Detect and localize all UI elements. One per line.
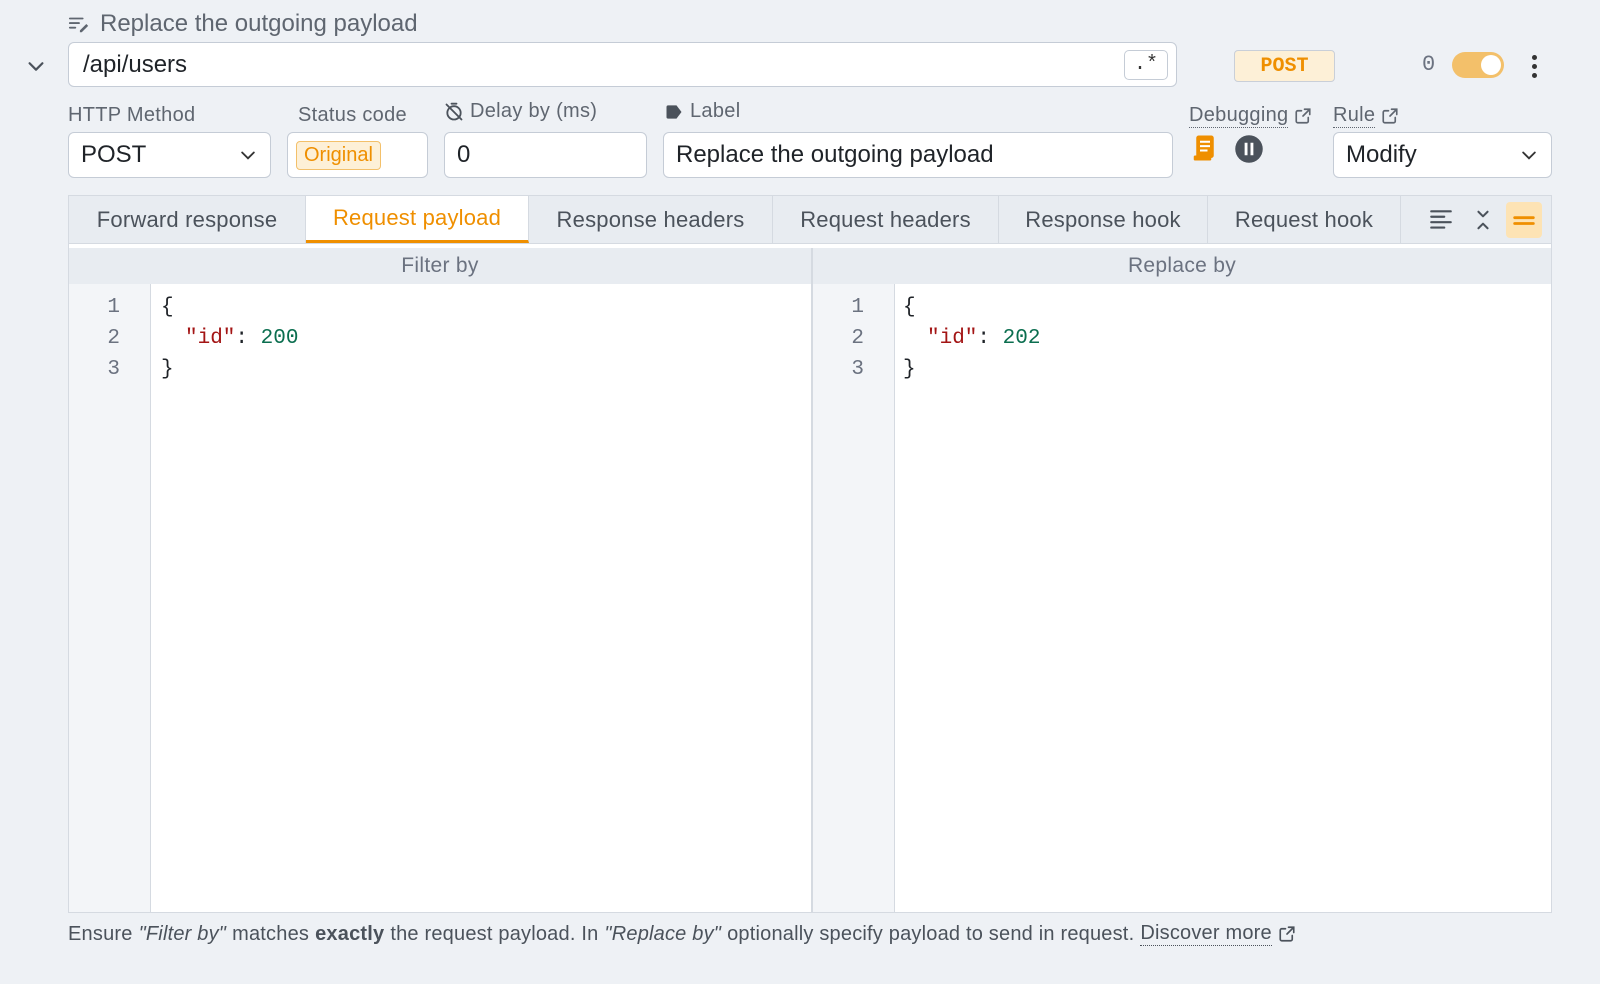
tab-request-headers[interactable]: Request headers [773,196,999,243]
filter-by-header: Filter by [69,248,811,284]
hit-count: 0 [1422,52,1436,77]
tab-response-headers[interactable]: Response headers [529,196,773,243]
footer-hint: Ensure "Filter by" matches exactly the r… [68,922,1296,946]
external-link-icon [1279,926,1295,942]
label-label: Label [664,100,740,123]
pause-breakpoint-icon[interactable] [1234,134,1264,164]
code-brace-close: } [903,358,916,381]
footer-text: optionally specify payload to send in re… [727,922,1135,945]
tab-request-payload[interactable]: Request payload [306,196,529,243]
line-number: 1 [107,296,120,319]
edit-text-icon [68,17,89,33]
rule-type-value: Modify [1346,141,1417,168]
delay-label: Delay by (ms) [444,100,597,123]
left-gutter: 1 2 3 [69,284,151,912]
delay-input[interactable]: 0 [444,132,647,178]
url-field[interactable]: .* [68,42,1177,87]
rule-enabled-toggle[interactable] [1452,52,1504,78]
line-number: 2 [107,327,120,350]
json-key: "id" [927,327,978,350]
line-number: 1 [851,296,864,319]
tab-response-hook[interactable]: Response hook [999,196,1208,243]
collapse-chevron-icon[interactable] [22,52,50,80]
footer-text: matches [232,922,310,945]
replace-by-header: Replace by [813,248,1551,284]
collapse-all-icon[interactable] [1469,206,1497,234]
discover-more-link[interactable]: Discover more [1140,922,1272,946]
footer-text: the request payload. In [390,922,599,945]
code-brace-open: { [903,296,916,319]
line-number: 3 [851,358,864,381]
filter-by-editor[interactable]: { "id": 200 } [151,284,811,912]
tag-icon [666,104,682,119]
label-label-text: Label [690,100,741,122]
external-link-icon [1295,108,1312,124]
regex-toggle-button[interactable]: .* [1124,49,1168,80]
http-method-select[interactable]: POST [68,132,271,178]
code-brace-close: } [161,358,174,381]
footer-text: "Replace by" [604,922,722,945]
json-colon: : [977,327,1003,350]
status-code-field[interactable]: Original [287,132,428,178]
editor-panel: Forward response Request payload Respons… [68,195,1552,913]
tab-request-hook[interactable]: Request hook [1208,196,1401,243]
format-align-icon[interactable] [1427,206,1455,234]
json-number: 202 [1002,327,1041,350]
footer-text: "Filter by" [138,922,227,945]
url-input[interactable] [81,49,1124,80]
split-view-icon[interactable] [1506,202,1542,238]
label-value: Replace the outgoing payload [676,141,994,168]
delay-label-text: Delay by (ms) [470,100,598,122]
code-brace-open: { [161,296,174,319]
status-original-tag: Original [296,140,381,170]
footer-text: Ensure [68,922,133,945]
external-link-icon [1382,108,1398,124]
line-number: 3 [107,358,120,381]
rule-type-label[interactable]: Rule [1333,104,1399,128]
json-key: "id" [185,327,236,350]
debugging-label[interactable]: Debugging [1189,104,1312,128]
log-request-icon[interactable] [1190,133,1220,163]
rule-type-label-text: Rule [1333,104,1376,128]
toggle-knob [1481,55,1501,75]
http-method-label: HTTP Method [68,104,196,126]
rule-type-select[interactable]: Modify [1333,132,1552,178]
json-colon: : [235,327,261,350]
chevron-down-icon [241,151,255,160]
line-number: 2 [851,327,864,350]
json-number: 200 [260,327,299,350]
replace-by-editor[interactable]: { "id": 202 } [895,284,1551,912]
footer-text: exactly [315,922,385,945]
code-line: "id": 202 [927,327,1040,350]
right-gutter: 1 2 3 [813,284,895,912]
http-method-value: POST [81,141,147,168]
rule-title-text: Replace the outgoing payload [100,10,418,37]
debugging-label-text: Debugging [1189,104,1289,128]
tab-bar: Forward response Request payload Respons… [69,196,1551,244]
chevron-down-icon [1522,151,1536,160]
tab-forward-response[interactable]: Forward response [69,196,306,243]
status-code-label: Status code [298,104,407,126]
label-input[interactable]: Replace the outgoing payload [663,132,1173,178]
more-options-icon[interactable] [1524,52,1544,80]
delay-value: 0 [457,141,471,168]
timer-off-icon [445,102,463,120]
rule-title[interactable]: Replace the outgoing payload [68,10,418,38]
code-line: "id": 200 [185,327,298,350]
method-badge: POST [1234,50,1335,82]
